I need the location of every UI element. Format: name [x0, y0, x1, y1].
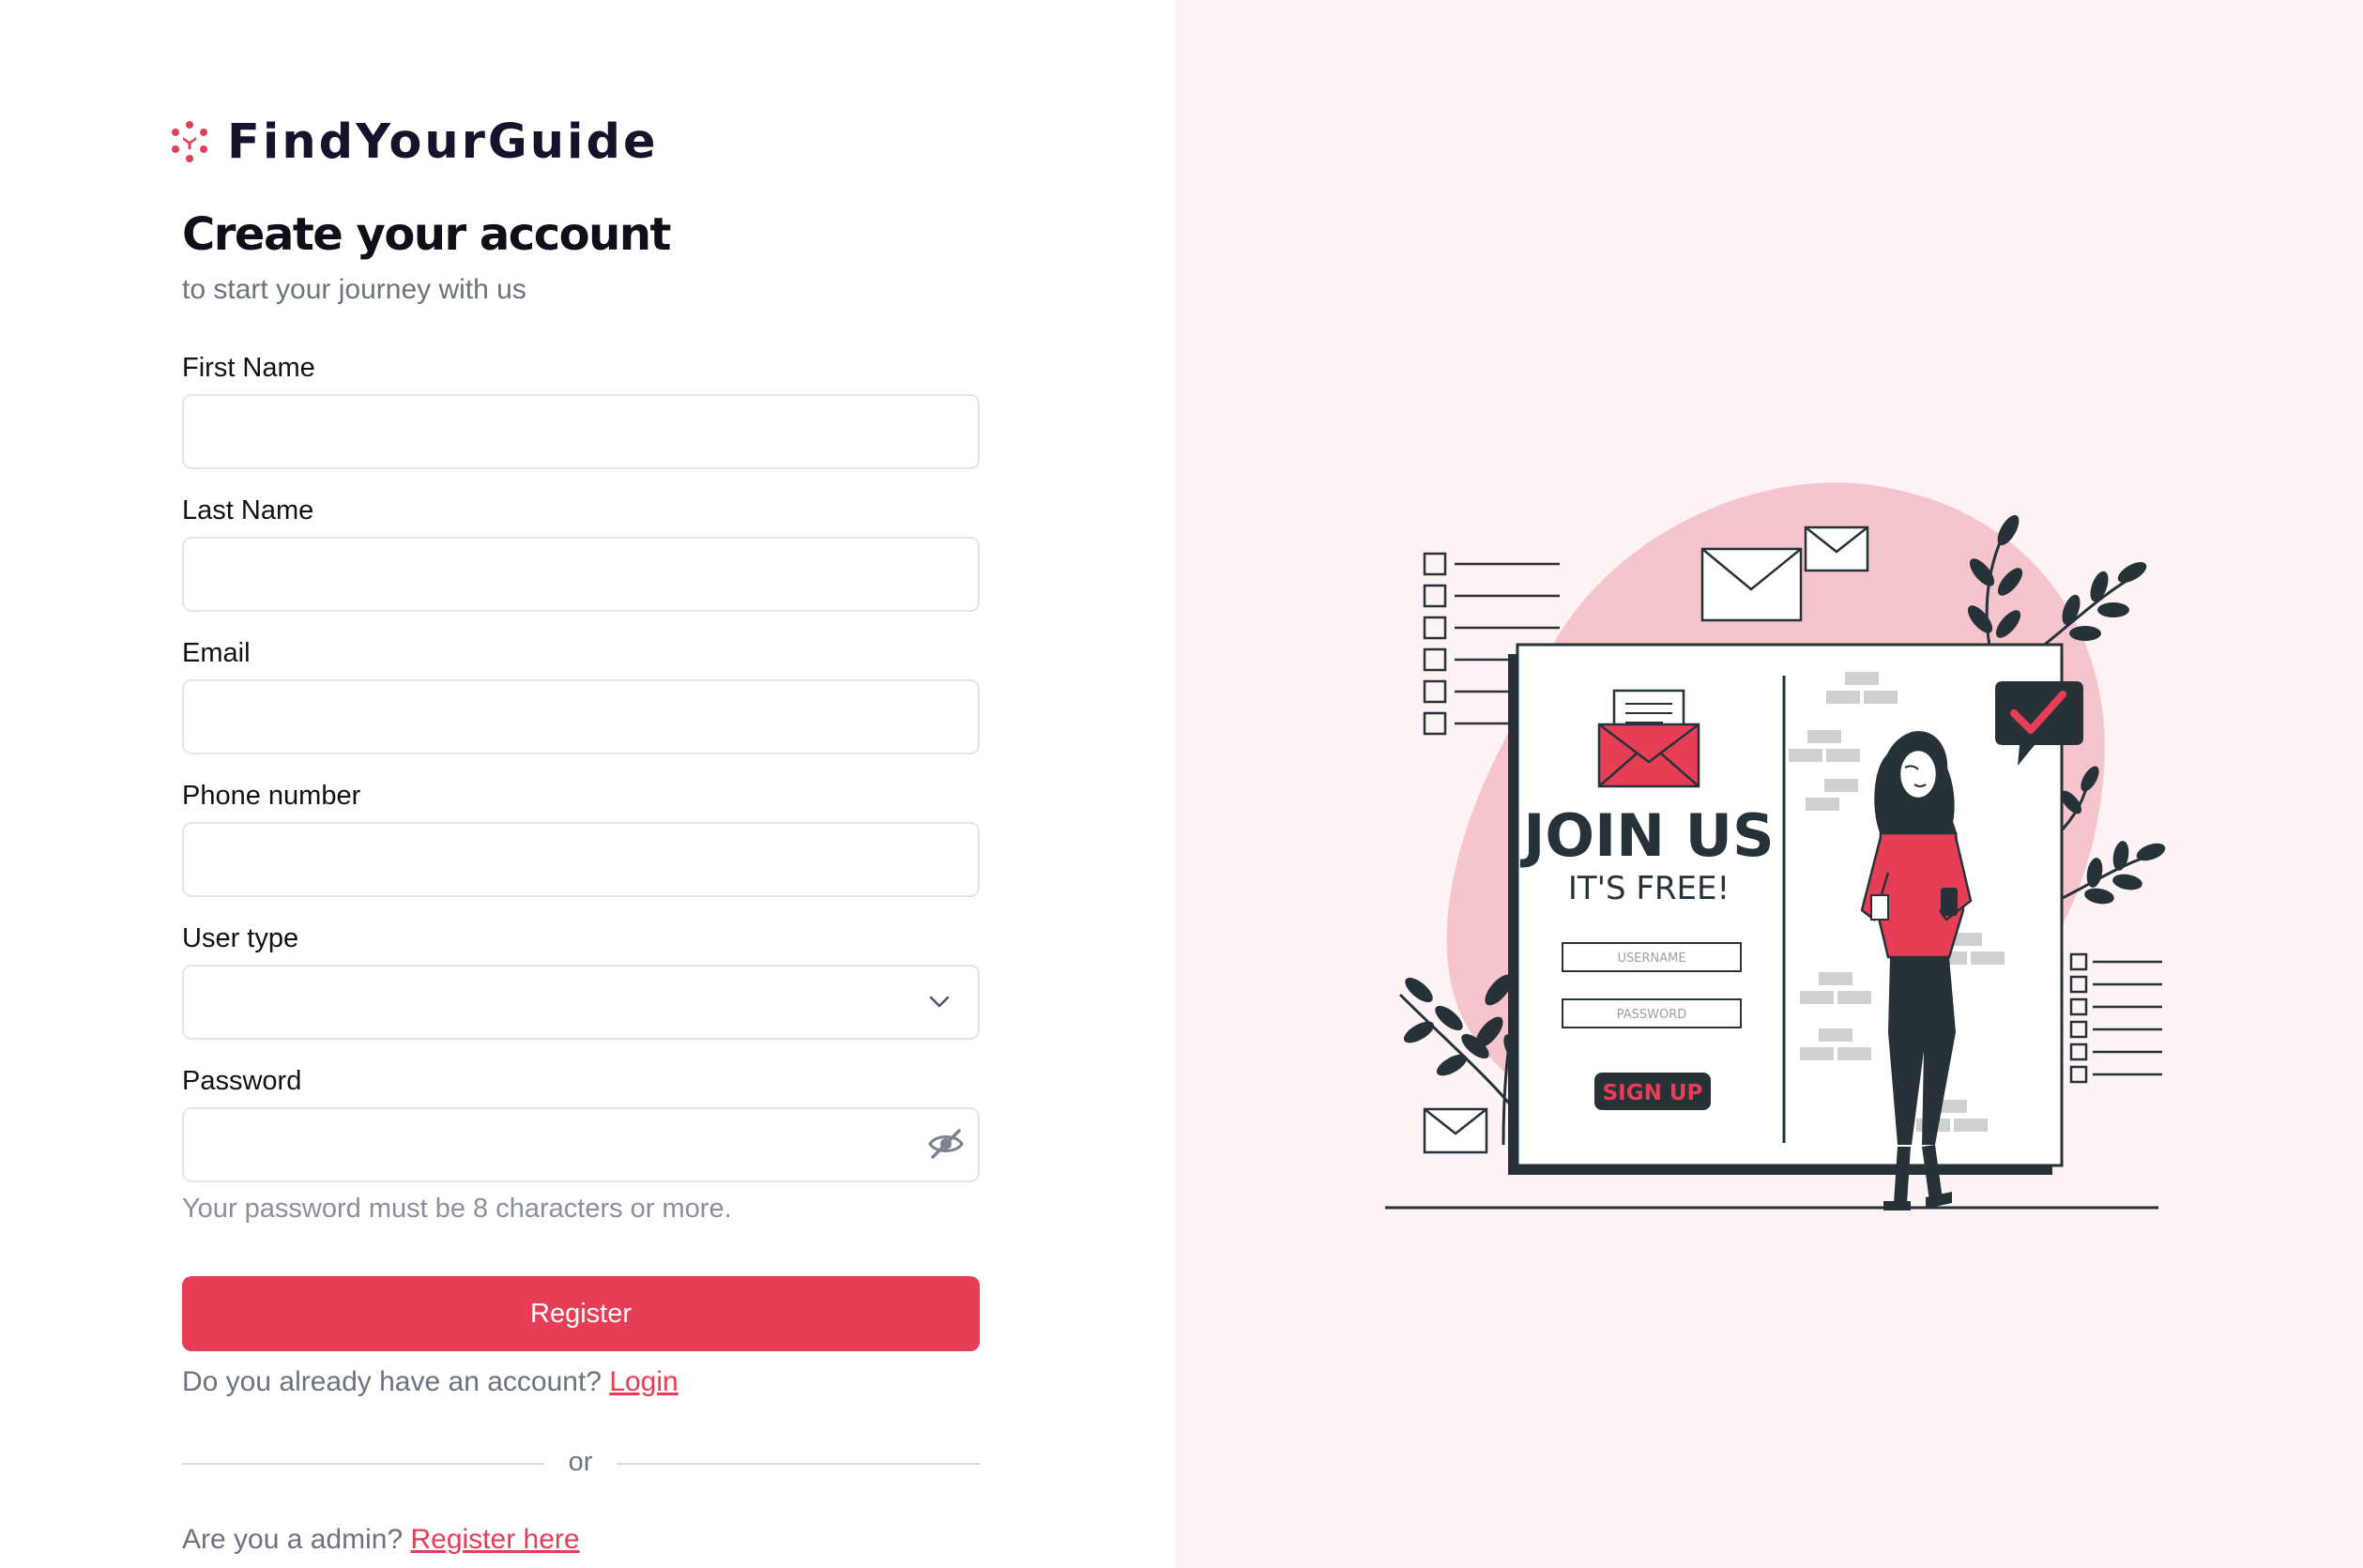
phone-label: Phone number	[182, 781, 361, 811]
join-us-heading: JOIN US	[1519, 801, 1774, 870]
password-label: Password	[182, 1066, 302, 1096]
phone-input[interactable]	[182, 822, 980, 897]
brand-name: FindYourGuide	[227, 114, 659, 170]
chevron-down-icon	[929, 996, 950, 1008]
username-placeholder: USERNAME	[1617, 951, 1685, 966]
password-placeholder: PASSWORD	[1617, 1008, 1687, 1022]
admin-prompt-text: Are you a admin?	[182, 1524, 404, 1555]
divider-right	[617, 1463, 980, 1465]
guide-logo-icon	[172, 121, 207, 162]
checklist-right	[2069, 952, 2162, 1084]
its-free-subheading: IT'S FREE!	[1568, 870, 1730, 907]
user-type-select[interactable]	[182, 965, 980, 1040]
password-field	[182, 1107, 980, 1182]
register-button[interactable]: Register	[182, 1276, 980, 1351]
brand[interactable]: FindYourGuide	[169, 111, 659, 173]
user-type-label: User type	[182, 923, 299, 953]
login-prompt-text: Do you already have an account?	[182, 1366, 602, 1397]
sign-up-label: SIGN UP	[1603, 1081, 1703, 1105]
last-name-input[interactable]	[182, 537, 980, 612]
divider-left	[182, 1463, 544, 1465]
login-prompt: Do you already have an account? Login	[182, 1366, 678, 1398]
password-input[interactable]	[182, 1107, 980, 1182]
login-link[interactable]: Login	[609, 1366, 678, 1397]
email-label: Email	[182, 638, 251, 668]
join-us-illustration: JOIN US IT'S FREE! USERNAME PASSWORD SIG…	[1385, 482, 2166, 1210]
admin-register-link[interactable]: Register here	[410, 1524, 579, 1555]
last-name-label: Last Name	[182, 495, 314, 525]
eye-slash-icon[interactable]	[927, 1128, 965, 1160]
form-panel: FindYourGuide Create your account to sta…	[0, 0, 1175, 1568]
admin-prompt: Are you a admin? Register here	[182, 1524, 580, 1556]
illustration-panel: JOIN US IT'S FREE! USERNAME PASSWORD SIG…	[1175, 0, 2363, 1568]
first-name-input[interactable]	[182, 394, 980, 469]
password-hint: Your password must be 8 characters or mo…	[182, 1194, 732, 1224]
divider-text: or	[568, 1447, 593, 1477]
page-title: Create your account	[182, 208, 671, 261]
email-input[interactable]	[182, 679, 980, 754]
page-subtitle: to start your journey with us	[182, 274, 526, 305]
first-name-label: First Name	[182, 353, 315, 383]
